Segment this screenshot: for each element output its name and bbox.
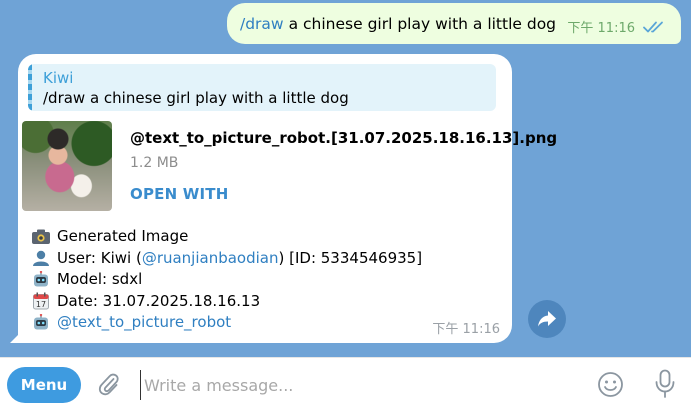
outgoing-text: a chinese girl play with a little dog <box>288 14 557 33</box>
menu-button[interactable]: Menu <box>7 367 81 403</box>
user-suffix: ) [ID: 5334546935] <box>278 248 423 267</box>
robot-icon <box>30 313 52 332</box>
caption-line-date: 17 Date: 31.07.2025.18.16.13 <box>30 291 422 313</box>
emoji-icon[interactable] <box>597 371 624 398</box>
caption-line-user: User: Kiwi (@ruanjianbaodian) [ID: 53345… <box>30 248 422 270</box>
paperclip-icon[interactable] <box>96 371 122 397</box>
caption-line-model: Model: sdxl <box>30 269 422 291</box>
generated-label: Generated Image <box>57 227 189 245</box>
robot-icon <box>30 270 52 289</box>
caption: Generated Image User: Kiwi (@ruanjianbao… <box>30 226 422 334</box>
file-size: 1.2 MB <box>130 155 179 171</box>
reply-quote[interactable]: Kiwi /draw a chinese girl play with a li… <box>28 64 496 111</box>
outgoing-time: 下午 11:16 <box>567 21 635 36</box>
share-button[interactable] <box>528 300 566 338</box>
model-label: Model: sdxl <box>57 270 143 288</box>
message-input[interactable] <box>140 370 576 400</box>
user-prefix: User: Kiwi ( <box>57 248 142 267</box>
caption-line-generated: Generated Image <box>30 226 422 248</box>
outgoing-message[interactable]: /draw a chinese girl play with a little … <box>227 3 681 44</box>
reply-text: /draw a chinese girl play with a little … <box>43 89 349 107</box>
bot-handle-link[interactable]: @text_to_picture_robot <box>57 312 231 334</box>
microphone-icon[interactable] <box>653 369 677 399</box>
reply-stripe <box>28 64 32 111</box>
open-with-button[interactable]: OPEN WITH <box>130 185 228 203</box>
incoming-time: 下午 11:16 <box>432 322 500 337</box>
user-handle-link[interactable]: @ruanjianbaodian <box>142 248 279 270</box>
reply-author: Kiwi <box>43 69 74 87</box>
share-icon <box>538 311 556 327</box>
camera-icon <box>30 227 52 246</box>
user-icon <box>30 249 52 268</box>
caption-line-bot: @text_to_picture_robot <box>30 312 422 334</box>
incoming-message[interactable]: Kiwi /draw a chinese girl play with a li… <box>18 54 557 343</box>
command-link[interactable]: /draw <box>240 15 284 33</box>
image-thumbnail[interactable] <box>22 121 112 211</box>
calendar-icon: 17 <box>30 292 52 311</box>
double-check-icon <box>643 21 663 32</box>
outgoing-meta: 下午 11:16 <box>567 17 665 36</box>
date-label: Date: 31.07.2025.18.16.13 <box>57 291 261 310</box>
composer-bar: Menu <box>0 357 691 409</box>
svg-text:17: 17 <box>36 300 46 309</box>
file-name: @text_to_picture_robot.[31.07.2025.18.16… <box>130 129 558 147</box>
